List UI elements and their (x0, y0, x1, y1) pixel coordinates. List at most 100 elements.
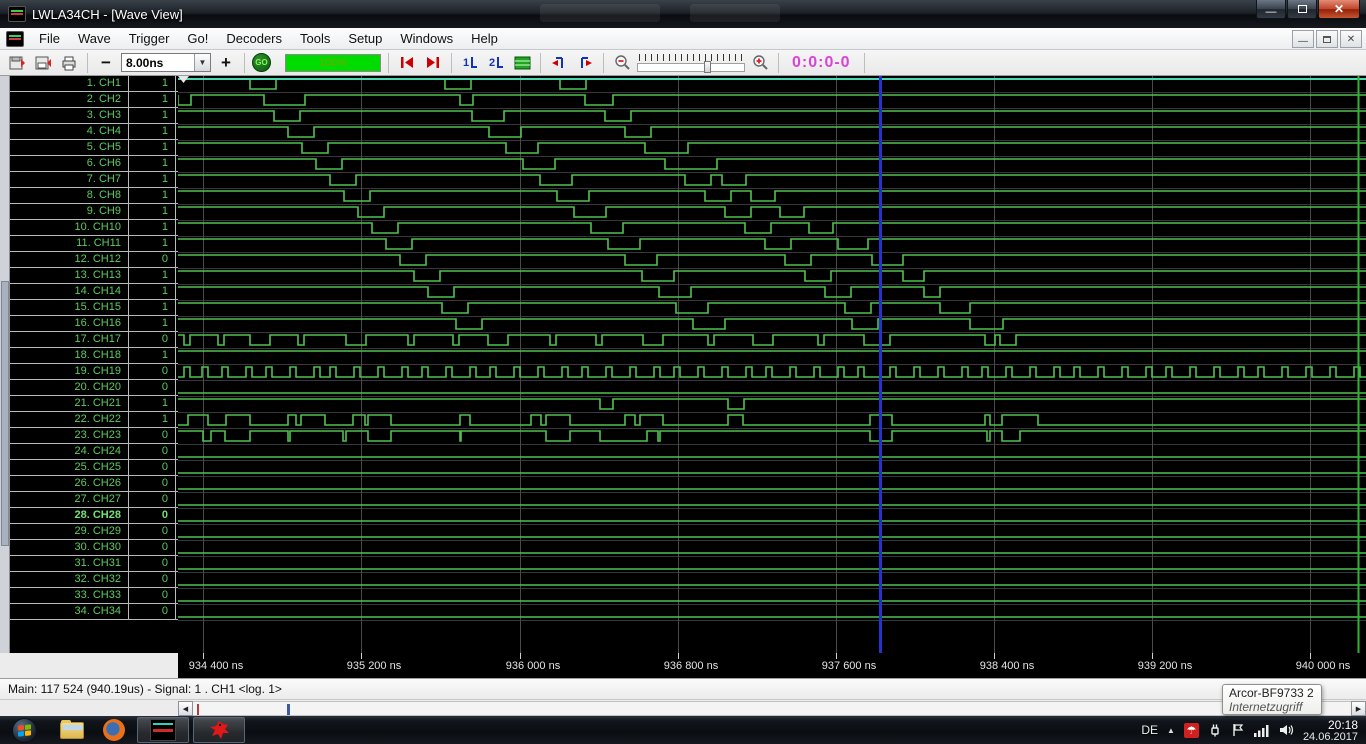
channel-row[interactable]: 23. CH230 (10, 428, 178, 444)
channel-row[interactable]: 32. CH320 (10, 572, 178, 588)
zoom-slider-track[interactable] (637, 63, 745, 72)
channel-row[interactable]: 33. CH330 (10, 588, 178, 604)
menu-setup[interactable]: Setup (339, 28, 391, 50)
channel-label[interactable]: 17. CH17 (10, 332, 129, 347)
channel-label[interactable]: 7. CH7 (10, 172, 129, 187)
channel-label[interactable]: 22. CH22 (10, 412, 129, 427)
zoom-in-icon[interactable] (749, 52, 771, 74)
channel-label[interactable]: 20. CH20 (10, 380, 129, 395)
mdi-minimize-button[interactable]: — (1292, 30, 1314, 48)
vertical-scrollbar[interactable] (0, 76, 10, 653)
hscroll-track[interactable]: ◀ ▶ (178, 701, 1366, 716)
show-hidden-icons[interactable]: ▲ (1167, 726, 1175, 735)
timebase-increase-button[interactable]: + (215, 52, 237, 74)
taskbar-explorer-icon[interactable] (57, 717, 87, 743)
channel-row[interactable]: 7. CH71 (10, 172, 178, 188)
menu-file[interactable]: File (30, 28, 69, 50)
open-file-icon[interactable] (6, 52, 28, 74)
action-center-flag-icon[interactable] (1231, 723, 1245, 737)
channel-row[interactable]: 14. CH141 (10, 284, 178, 300)
channel-row[interactable]: 5. CH51 (10, 140, 178, 156)
channel-row[interactable]: 34. CH340 (10, 604, 178, 620)
power-plug-icon[interactable] (1208, 723, 1222, 737)
channel-label[interactable]: 1. CH1 (10, 76, 129, 91)
channel-label[interactable]: 5. CH5 (10, 140, 129, 155)
volume-icon[interactable] (1279, 723, 1294, 737)
marker-2-icon[interactable]: 2 (485, 52, 507, 74)
mdi-close-button[interactable]: ✕ (1340, 30, 1362, 48)
channel-label[interactable]: 21. CH21 (10, 396, 129, 411)
menu-help[interactable]: Help (462, 28, 507, 50)
channel-label[interactable]: 25. CH25 (10, 460, 129, 475)
channel-label[interactable]: 14. CH14 (10, 284, 129, 299)
channel-row[interactable]: 15. CH151 (10, 300, 178, 316)
channel-label[interactable]: 6. CH6 (10, 156, 129, 171)
channel-row[interactable]: 11. CH111 (10, 236, 178, 252)
channel-row[interactable]: 28. CH280 (10, 508, 178, 524)
clock[interactable]: 20:18 24.06.2017 (1303, 716, 1358, 744)
channel-row[interactable]: 30. CH300 (10, 540, 178, 556)
menu-wave[interactable]: Wave (69, 28, 120, 50)
channel-row[interactable]: 10. CH101 (10, 220, 178, 236)
vertical-scrollbar-thumb[interactable] (1, 281, 9, 546)
channel-label[interactable]: 27. CH27 (10, 492, 129, 507)
skip-to-end-icon[interactable] (422, 52, 444, 74)
channel-row[interactable]: 18. CH181 (10, 348, 178, 364)
timebase-decrease-button[interactable]: − (95, 52, 117, 74)
channel-label[interactable]: 28. CH28 (10, 508, 129, 523)
menu-windows[interactable]: Windows (391, 28, 462, 50)
channel-row[interactable]: 2. CH21 (10, 92, 178, 108)
goto-next-edge-icon[interactable] (574, 52, 596, 74)
channel-row[interactable]: 9. CH91 (10, 204, 178, 220)
channel-label[interactable]: 2. CH2 (10, 92, 129, 107)
channel-label[interactable]: 26. CH26 (10, 476, 129, 491)
zoom-slider-thumb[interactable] (704, 61, 711, 73)
value-table-icon[interactable] (511, 52, 533, 74)
channel-label[interactable]: 3. CH3 (10, 108, 129, 123)
channel-label[interactable]: 18. CH18 (10, 348, 129, 363)
channel-row[interactable]: 27. CH270 (10, 492, 178, 508)
channel-row[interactable]: 13. CH131 (10, 268, 178, 284)
channel-row[interactable]: 20. CH200 (10, 380, 178, 396)
marker-1-icon[interactable]: 1 (459, 52, 481, 74)
channel-row[interactable]: 22. CH221 (10, 412, 178, 428)
goto-previous-edge-icon[interactable] (548, 52, 570, 74)
close-button[interactable]: ✕ (1318, 0, 1360, 19)
mdi-restore-button[interactable] (1316, 30, 1338, 48)
channel-label[interactable]: 31. CH31 (10, 556, 129, 571)
start-button[interactable] (12, 718, 37, 743)
zoom-slider[interactable] (637, 53, 745, 73)
taskbar-red-app-button[interactable] (193, 717, 245, 743)
scroll-right-icon[interactable]: ▶ (1351, 701, 1366, 716)
taskbar-firefox-icon[interactable] (99, 717, 129, 743)
channel-row[interactable]: 12. CH120 (10, 252, 178, 268)
antivirus-icon[interactable]: ☂ (1184, 723, 1199, 738)
channel-label[interactable]: 4. CH4 (10, 124, 129, 139)
channel-label[interactable]: 13. CH13 (10, 268, 129, 283)
channel-row[interactable]: 6. CH61 (10, 156, 178, 172)
menu-go[interactable]: Go! (178, 28, 217, 50)
channel-label[interactable]: 11. CH11 (10, 236, 129, 251)
channel-label[interactable]: 29. CH29 (10, 524, 129, 539)
menu-trigger[interactable]: Trigger (120, 28, 179, 50)
hscroll-thumb[interactable] (287, 704, 290, 715)
channel-row[interactable]: 16. CH161 (10, 316, 178, 332)
channel-label[interactable]: 33. CH33 (10, 588, 129, 603)
channel-label[interactable]: 15. CH15 (10, 300, 129, 315)
channel-row[interactable]: 3. CH31 (10, 108, 178, 124)
channel-row[interactable]: 21. CH211 (10, 396, 178, 412)
zoom-out-icon[interactable] (611, 52, 633, 74)
channel-row[interactable]: 24. CH240 (10, 444, 178, 460)
channel-row[interactable]: 19. CH190 (10, 364, 178, 380)
channel-label[interactable]: 8. CH8 (10, 188, 129, 203)
wave-view[interactable] (178, 76, 1366, 653)
scroll-left-icon[interactable]: ◀ (178, 701, 193, 716)
channel-row[interactable]: 25. CH250 (10, 460, 178, 476)
network-signal-icon[interactable] (1254, 724, 1270, 737)
channel-label[interactable]: 10. CH10 (10, 220, 129, 235)
channel-label[interactable]: 24. CH24 (10, 444, 129, 459)
minimize-button[interactable]: — (1256, 0, 1286, 19)
channel-label[interactable]: 30. CH30 (10, 540, 129, 555)
save-file-icon[interactable] (32, 52, 54, 74)
timebase-select[interactable]: 8.00ns ▼ (121, 53, 211, 72)
